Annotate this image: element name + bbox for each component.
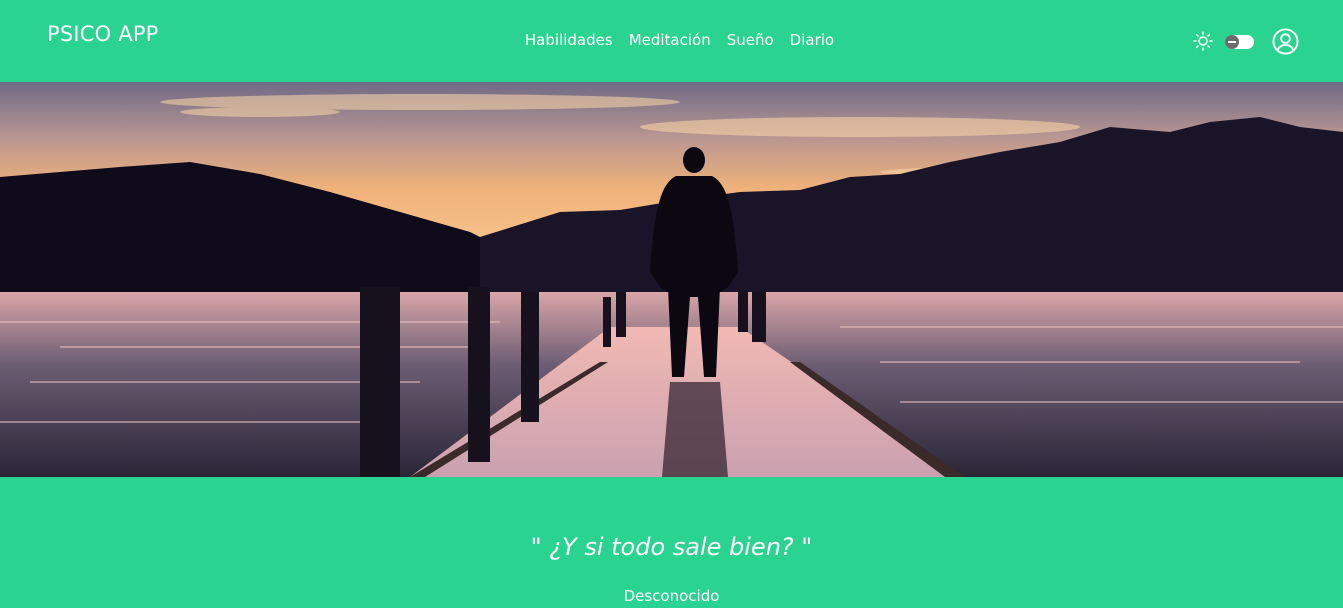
quote-text: " ¿Y si todo sale bien? "	[530, 533, 813, 561]
user-circle-icon[interactable]	[1272, 28, 1299, 55]
navbar: PSICO APP Habilidades Meditación Sueño D…	[0, 0, 1343, 82]
toggle-knob	[1225, 35, 1239, 49]
quote-section: " ¿Y si todo sale bien? " Desconocido	[0, 477, 1343, 608]
theme-toggle[interactable]	[1225, 35, 1254, 49]
quote-author: Desconocido	[623, 587, 720, 605]
nav-link-meditacion[interactable]: Meditación	[629, 31, 711, 49]
nav-link-diario[interactable]: Diario	[790, 31, 834, 49]
nav-link-habilidades[interactable]: Habilidades	[525, 31, 613, 49]
hero-illustration	[0, 82, 1343, 477]
nav-link-sueno[interactable]: Sueño	[727, 31, 774, 49]
main-nav: Habilidades Meditación Sueño Diario	[16, 31, 1343, 49]
sun-icon	[1193, 31, 1213, 51]
hero-image	[0, 82, 1343, 477]
